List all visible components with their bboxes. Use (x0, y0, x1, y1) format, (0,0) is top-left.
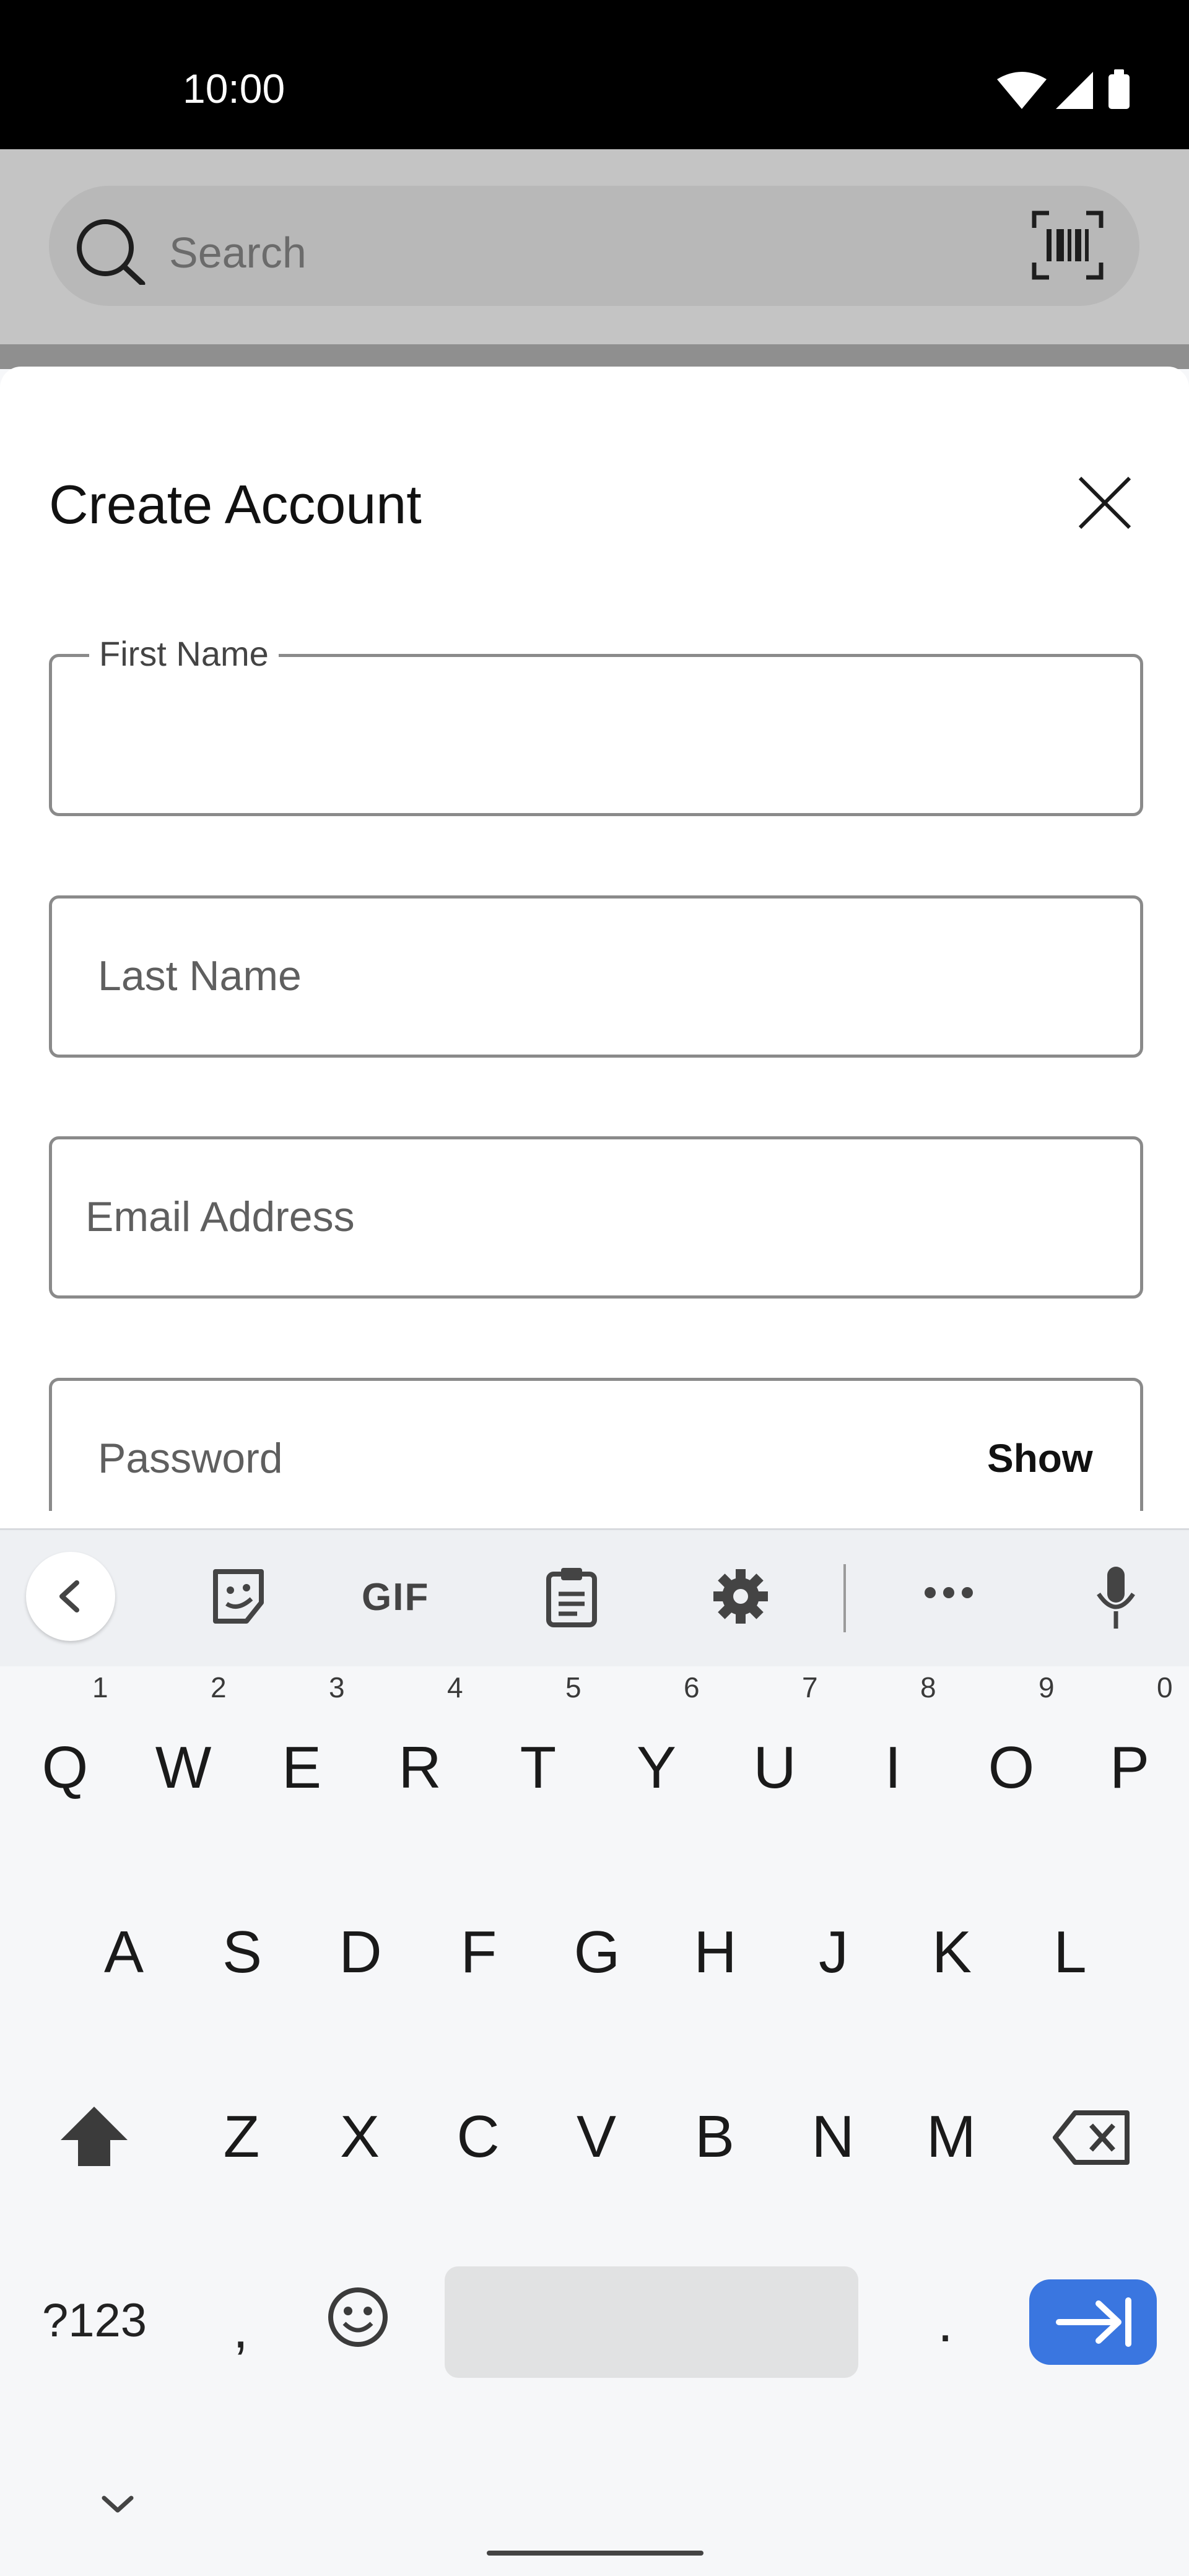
symbols-key[interactable]: ?123 (42, 2294, 147, 2348)
password-field[interactable]: Password Show (49, 1378, 1143, 1511)
dialog-title: Create Account (49, 474, 422, 535)
shift-icon[interactable] (58, 2104, 130, 2169)
key-hint-number: 4 (447, 1671, 463, 1704)
backdrop-strip (0, 344, 1189, 369)
wifi-icon (997, 72, 1047, 109)
toolbar-divider (843, 1564, 846, 1632)
key-n[interactable]: N (783, 2103, 882, 2171)
comma-key[interactable]: , (233, 2297, 248, 2361)
key-hint-number: 6 (684, 1671, 700, 1704)
key-w[interactable]: W (134, 1734, 233, 1802)
key-d[interactable]: D (311, 1918, 410, 1986)
key-hint-number: 0 (1157, 1671, 1173, 1704)
battery-icon (1108, 74, 1130, 109)
key-hint-number: 3 (329, 1671, 345, 1704)
backspace-icon[interactable] (1053, 2109, 1132, 2166)
key-m[interactable]: M (902, 2103, 1001, 2171)
more-icon[interactable] (923, 1585, 975, 1600)
first-name-label: First Name (89, 633, 279, 674)
next-key[interactable] (1029, 2279, 1157, 2365)
tab-next-icon (1056, 2297, 1131, 2347)
show-password-button[interactable]: Show (987, 1435, 1093, 1481)
gesture-nav-handle (487, 2551, 703, 2556)
email-placeholder: Email Address (85, 1193, 355, 1240)
key-u[interactable]: U (725, 1734, 824, 1802)
back-button[interactable] (26, 1552, 115, 1641)
close-icon[interactable] (1076, 474, 1133, 531)
key-p[interactable]: P (1080, 1734, 1179, 1802)
key-a[interactable]: A (74, 1918, 173, 1986)
key-h[interactable]: H (666, 1918, 765, 1986)
last-name-field[interactable]: Last Name (49, 895, 1143, 1058)
password-placeholder: Password (98, 1435, 283, 1482)
key-hint-number: 2 (211, 1671, 227, 1704)
key-e[interactable]: E (252, 1734, 351, 1802)
key-q[interactable]: Q (15, 1734, 115, 1802)
emoji-icon[interactable] (327, 2286, 389, 2348)
key-x[interactable]: X (310, 2103, 409, 2171)
cell-signal-icon (1056, 72, 1093, 109)
key-v[interactable]: V (547, 2103, 646, 2171)
key-r[interactable]: R (370, 1734, 469, 1802)
period-key[interactable]: . (938, 2291, 953, 2355)
gear-icon[interactable] (711, 1567, 770, 1626)
clipboard-icon[interactable] (544, 1565, 599, 1627)
key-i[interactable]: I (843, 1734, 943, 1802)
barcode-scan-icon[interactable] (1030, 209, 1105, 281)
key-hint-number: 7 (802, 1671, 818, 1704)
key-s[interactable]: S (193, 1918, 292, 1986)
key-b[interactable]: B (665, 2103, 764, 2171)
back-chevron-icon (59, 1580, 79, 1612)
keyboard (0, 1528, 1189, 2576)
status-bar: 10:00 (0, 0, 1189, 149)
space-key[interactable] (445, 2266, 858, 2378)
key-c[interactable]: C (429, 2103, 528, 2171)
search-input[interactable]: Search (169, 228, 307, 277)
key-t[interactable]: T (489, 1734, 588, 1802)
sticker-icon[interactable] (211, 1567, 266, 1626)
gif-button[interactable]: GIF (362, 1575, 429, 1619)
hide-keyboard-icon[interactable] (100, 2493, 135, 2515)
key-j[interactable]: J (784, 1918, 883, 1986)
email-field[interactable]: Email Address (49, 1136, 1143, 1299)
key-hint-number: 1 (92, 1671, 108, 1704)
key-k[interactable]: K (902, 1918, 1001, 1986)
key-g[interactable]: G (547, 1918, 647, 1986)
key-hint-number: 9 (1039, 1671, 1055, 1704)
key-hint-number: 8 (920, 1671, 936, 1704)
search-icon (77, 219, 146, 285)
key-hint-number: 5 (565, 1671, 581, 1704)
key-l[interactable]: L (1021, 1918, 1120, 1986)
mic-icon[interactable] (1094, 1564, 1138, 1632)
last-name-placeholder: Last Name (98, 952, 302, 999)
key-z[interactable]: Z (192, 2103, 291, 2171)
status-time: 10:00 (183, 66, 285, 111)
key-f[interactable]: F (429, 1918, 528, 1986)
first-name-field[interactable]: First Name (49, 633, 1143, 816)
status-icons (997, 69, 1130, 109)
key-o[interactable]: O (962, 1734, 1061, 1802)
key-y[interactable]: Y (607, 1734, 706, 1802)
